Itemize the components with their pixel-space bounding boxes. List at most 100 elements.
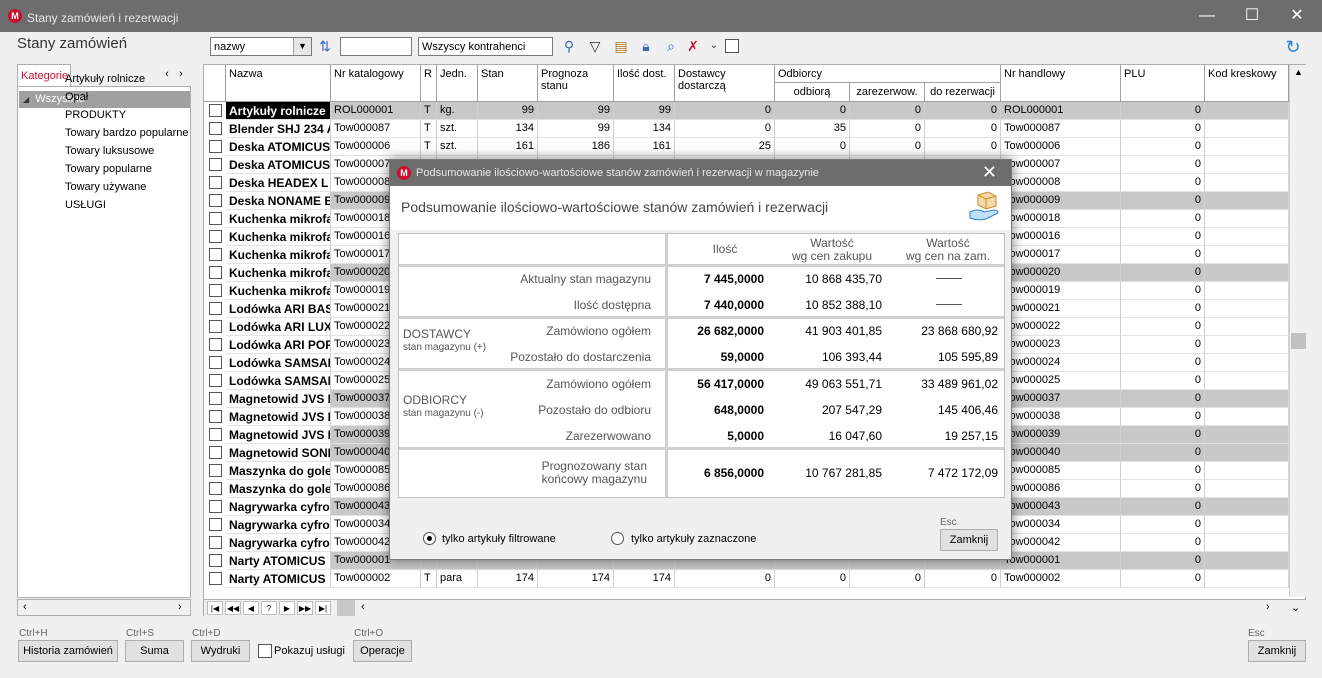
row-checkbox[interactable] (209, 554, 222, 567)
chevron-right-icon[interactable]: › (178, 601, 182, 613)
sum-button[interactable]: Suma (125, 640, 184, 662)
row-checkbox[interactable] (209, 572, 222, 585)
row-checkbox[interactable] (209, 410, 222, 423)
row-checkbox[interactable] (209, 284, 222, 297)
row-checkbox[interactable] (209, 446, 222, 459)
table-row[interactable]: Blender SHJ 234 A Tow000087 Tszt. 134 99 134 0… (204, 120, 1289, 138)
search-input[interactable] (340, 37, 412, 56)
nav-button[interactable]: ▶▶ (297, 601, 313, 615)
header-barcode[interactable]: Kod kreskowy (1205, 65, 1289, 102)
tree-item[interactable]: PRODUKTY (65, 109, 126, 126)
row-checkbox[interactable] (209, 518, 222, 531)
filter-icon[interactable]: ▽ (586, 37, 604, 55)
scroll-thumb[interactable] (1291, 333, 1306, 349)
chevron-right-icon[interactable]: › (1266, 601, 1270, 613)
print-button[interactable]: Wydruki (191, 640, 250, 662)
header-reserved[interactable]: zarezerwow. (850, 83, 925, 102)
find-icon[interactable]: ⌕ (662, 37, 680, 55)
tree-item[interactable]: Towary bardzo popularne (65, 127, 189, 144)
collapse-icon[interactable]: ◢ (23, 95, 29, 104)
header-r[interactable]: R (421, 65, 437, 102)
row-checkbox[interactable] (209, 266, 222, 279)
row-checkbox[interactable] (209, 500, 222, 513)
header-suppliers[interactable]: Dostawcy dostarczą (675, 65, 775, 102)
row-checkbox[interactable] (209, 356, 222, 369)
tab-categories[interactable]: Kategorie (17, 64, 71, 86)
clear-filter-icon[interactable]: ✗ (684, 37, 702, 55)
row-checkbox[interactable] (209, 122, 222, 135)
row-checkbox[interactable] (209, 338, 222, 351)
row-checkbox[interactable] (209, 212, 222, 225)
header-recipients[interactable]: Odbiorcy (775, 65, 1001, 83)
chevron-left-icon[interactable]: ‹ (361, 601, 365, 613)
row-checkbox[interactable] (209, 248, 222, 261)
row-checkbox[interactable] (209, 104, 222, 117)
close-window-button[interactable]: ✕ (1274, 0, 1320, 32)
row-checkbox[interactable] (209, 392, 222, 405)
filter-list-icon[interactable]: ▤ (612, 37, 630, 55)
close-icon[interactable]: ✕ (982, 162, 997, 183)
chevron-down-icon[interactable]: ▼ (293, 38, 311, 55)
chevron-down-icon[interactable]: ⌄ (1291, 601, 1300, 614)
close-button[interactable]: Zamknij (1248, 640, 1306, 662)
tree-item[interactable]: Towary popularne (65, 163, 152, 180)
minimize-button[interactable]: — (1184, 0, 1230, 32)
header-receive[interactable]: odbiorą (775, 83, 850, 102)
chevron-left-icon[interactable]: ‹ (23, 601, 27, 613)
category-hscroll[interactable]: ‹ › (17, 599, 191, 616)
row-checkbox[interactable] (209, 230, 222, 243)
header-forecast[interactable]: Prognoza stanu (538, 65, 614, 102)
tree-item[interactable]: Towary używane (65, 181, 146, 198)
order-history-button[interactable]: Historia zamówień (18, 640, 118, 662)
header-plu[interactable]: PLU (1121, 65, 1205, 102)
header-available[interactable]: Ilość dost. (614, 65, 675, 102)
chevron-down-icon[interactable]: ⌄ (705, 37, 723, 55)
row-checkbox[interactable] (209, 536, 222, 549)
contractor-filter-input[interactable]: Wszyscy kontrahenci (418, 37, 553, 56)
row-checkbox[interactable] (209, 320, 222, 333)
nav-button[interactable]: ▶ (279, 601, 295, 615)
tree-item[interactable]: USŁUGI (65, 199, 106, 216)
show-services-checkbox[interactable] (258, 644, 272, 658)
header-unit[interactable]: Jedn. (437, 65, 478, 102)
table-row[interactable]: Deska ATOMICUS Tow000006 Tszt. 161 186 161 25 0… (204, 138, 1289, 156)
header-trade-no[interactable]: Nr handlowy (1001, 65, 1121, 102)
row-checkbox[interactable] (209, 176, 222, 189)
lock-icon[interactable]: 🔒︎ (637, 37, 655, 55)
tree-item[interactable]: Artykuły rolnicze (65, 73, 145, 90)
refresh-icon[interactable]: ↻ (1283, 37, 1303, 57)
table-row[interactable]: Artykuły rolnicze ROL000001 Tkg. 99 99 99 0 0 0 0… (204, 102, 1289, 120)
header-stock[interactable]: Stan (478, 65, 538, 102)
nav-button[interactable]: ? (261, 601, 277, 615)
row-checkbox[interactable] (209, 482, 222, 495)
table-row[interactable]: Narty ATOMICUS Tow000002 Tpara 174 174 174 0 0 0… (204, 570, 1289, 588)
maximize-button[interactable]: ☐ (1229, 0, 1275, 32)
row-checkbox[interactable] (209, 158, 222, 171)
tree-item[interactable]: Towary luksusowe (65, 145, 154, 162)
row-checkbox[interactable] (209, 374, 222, 387)
filter-user-icon[interactable]: ⚲ (560, 37, 578, 55)
header-name[interactable]: Nazwa (226, 65, 331, 102)
chevron-left-icon[interactable]: ‹ (161, 68, 173, 80)
radio-filtered[interactable] (423, 532, 436, 545)
operations-button[interactable]: Operacje (353, 640, 412, 662)
radio-selected-label[interactable]: tylko artykuły zaznaczone (631, 533, 756, 545)
hscroll-thumb[interactable] (337, 600, 355, 616)
row-checkbox[interactable] (209, 464, 222, 477)
row-checkbox[interactable] (209, 194, 222, 207)
radio-filtered-label[interactable]: tylko artykuły filtrowane (442, 533, 556, 545)
row-checkbox[interactable] (209, 140, 222, 153)
radio-selected[interactable] (611, 532, 624, 545)
chevron-right-icon[interactable]: › (175, 68, 187, 80)
tree-item[interactable]: Opał (65, 91, 88, 108)
row-checkbox[interactable] (209, 302, 222, 315)
grid-vscroll[interactable]: ▲ (1289, 65, 1306, 597)
sort-field-select[interactable]: nazwy ▼ (210, 37, 312, 56)
nav-button[interactable]: |◀ (207, 601, 223, 615)
nav-button[interactable]: ◀ (243, 601, 259, 615)
nav-button[interactable]: ▶| (315, 601, 331, 615)
tree-item-all[interactable]: ◢ Wszystkie (19, 91, 190, 108)
header-catalog[interactable]: Nr katalogowy (331, 65, 421, 102)
row-checkbox[interactable] (209, 428, 222, 441)
toolbar-checkbox[interactable] (725, 39, 739, 53)
